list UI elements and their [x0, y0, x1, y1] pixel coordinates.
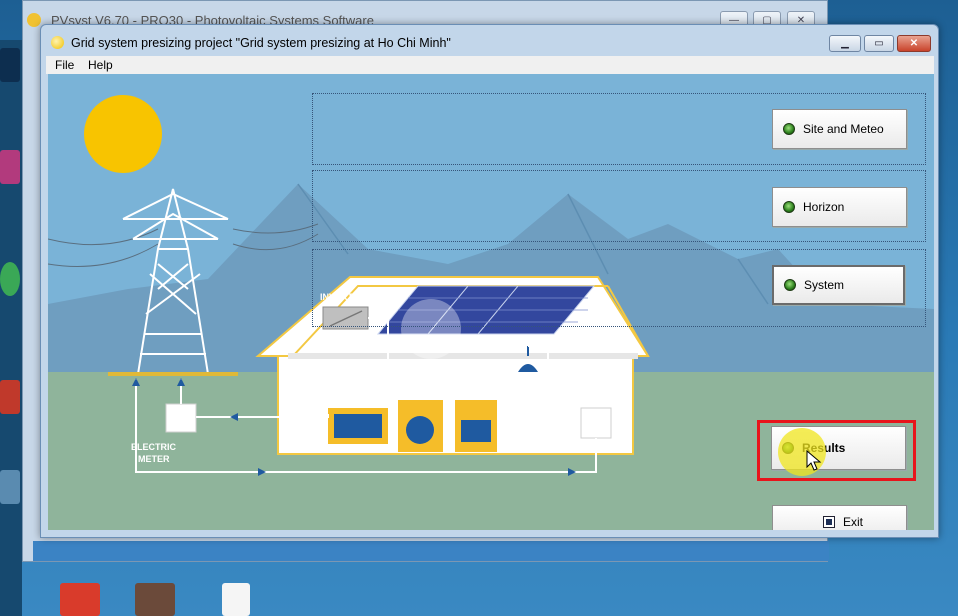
app-desktop-icon[interactable]: [0, 150, 20, 184]
desktop-icon-strip: [0, 40, 22, 616]
system-label: System: [804, 278, 845, 292]
house-meter-label-line2: METER: [578, 389, 610, 399]
app-desktop-icon[interactable]: [0, 262, 20, 296]
maximize-icon: ▭: [874, 38, 884, 49]
photoshop-desktop-icon[interactable]: [0, 48, 20, 82]
status-led-icon: [784, 279, 796, 291]
menu-bar: File Help: [46, 56, 934, 74]
computer-desktop-icon[interactable]: [0, 470, 20, 504]
status-led-icon: [783, 201, 795, 213]
file-taskbar-icon[interactable]: [222, 583, 250, 616]
sketchup-taskbar-icon[interactable]: [60, 583, 100, 616]
grid-meter-label-line2: METER: [138, 454, 170, 464]
site-and-meteo-button[interactable]: Site and Meteo: [772, 109, 907, 149]
exit-icon: [823, 516, 835, 528]
exit-button[interactable]: Exit: [772, 505, 907, 530]
horizon-label: Horizon: [803, 200, 845, 214]
minimize-button[interactable]: ▁: [829, 35, 861, 52]
sun-app-icon: [51, 36, 64, 49]
window-title: Grid system presizing project "Grid syst…: [71, 36, 451, 50]
house-meter-label-line1: ELECTRIC: [570, 377, 616, 387]
app-desktop-icon[interactable]: [0, 380, 20, 414]
pvsyst-sun-icon: [27, 13, 41, 27]
menu-help[interactable]: Help: [88, 58, 113, 72]
grid-electric-meter: [165, 403, 197, 433]
grid-meter-label-line1: ELECTRIC: [131, 442, 177, 452]
system-button[interactable]: System: [772, 265, 905, 305]
pylon-base: [108, 372, 238, 376]
close-icon: ✕: [909, 38, 919, 49]
media-taskbar-icon[interactable]: [135, 583, 175, 616]
maximize-button[interactable]: ▭: [864, 35, 894, 52]
sun-shape: [84, 95, 162, 173]
horizon-button[interactable]: Horizon: [772, 187, 907, 227]
site-and-meteo-label: Site and Meteo: [803, 122, 884, 136]
house-electric-meter: [580, 407, 612, 439]
exit-label: Exit: [843, 515, 864, 529]
title-bar: Grid system presizing project "Grid syst…: [41, 25, 938, 53]
results-highlight-box: [757, 420, 916, 481]
close-button[interactable]: ✕: [897, 35, 931, 52]
minimize-icon: ▁: [841, 38, 849, 49]
window-bottom-area: [33, 541, 829, 561]
menu-file[interactable]: File: [55, 58, 74, 72]
status-led-icon: [783, 123, 795, 135]
